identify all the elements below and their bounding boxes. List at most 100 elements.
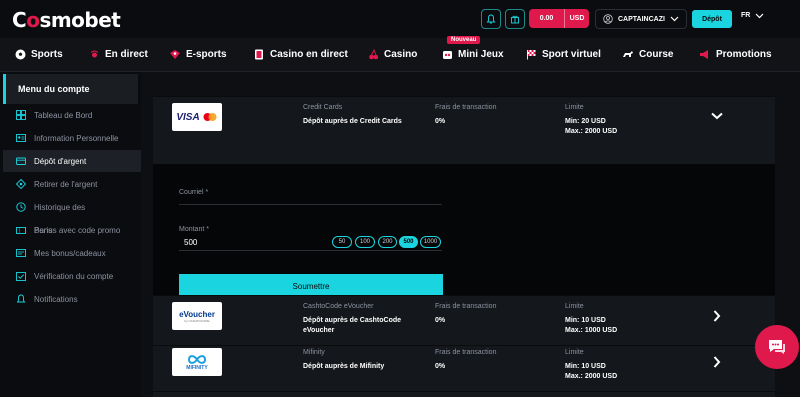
fee-label: Frais de transaction (435, 349, 497, 356)
nav-item-promotions[interactable]: Promotions (699, 49, 772, 60)
fee-label: Frais de transaction (435, 303, 497, 310)
balance-amount: 0.00 (539, 15, 554, 22)
gift-button[interactable] (505, 9, 525, 29)
fee-value: 0% (435, 118, 446, 125)
balance-currency: USD (564, 9, 589, 28)
payment-method-credit-cards[interactable]: VISA Credit Cards Dépôt auprès de Credit… (153, 96, 775, 318)
withdraw-icon (16, 179, 26, 189)
nav-item-esports[interactable]: E-sports (169, 49, 227, 60)
chevron-down-icon (755, 13, 764, 18)
sidebar-item-notifications[interactable]: Notifications (3, 288, 141, 310)
nav-item-live[interactable]: En direct (88, 49, 148, 60)
card-icon (253, 49, 265, 60)
promo-code-icon (16, 225, 26, 235)
limit-max: Max.: 1000 USD (565, 327, 618, 334)
wallet-icon (16, 156, 26, 166)
cherry-icon (367, 49, 379, 60)
main-nav: Nouveau Sports En direct E-sports Casino… (0, 36, 800, 72)
method-description: Dépôt auprès de Mifinity (303, 363, 385, 370)
bell-icon (16, 294, 26, 304)
amount-chip-100[interactable]: 100 (355, 236, 375, 248)
racing-flag-icon (525, 49, 537, 60)
language-selector[interactable]: FR (741, 12, 764, 19)
cosmobet-logo[interactable]: Cosmobet (12, 8, 121, 32)
payment-method-cashtocode[interactable]: eVoucher by CASHTOCODE CashtoCode eVouch… (153, 295, 775, 345)
deposit-methods-panel: VISA Credit Cards Dépôt auprès de Credit… (141, 72, 800, 397)
payment-method-mifinity[interactable]: MIFINITY Mifinity Dépôt auprès de Mifini… (153, 345, 775, 391)
gift-icon (16, 248, 26, 258)
live-icon (88, 49, 100, 60)
nav-item-mini-games[interactable]: Mini Jeux (441, 49, 504, 60)
overlapping-history-label: Paris (34, 225, 53, 235)
bell-icon (486, 14, 496, 24)
nav-item-live-casino[interactable]: Casino en direct (253, 49, 348, 60)
chevron-right-icon[interactable] (713, 310, 721, 322)
sidebar-item-deposit[interactable]: Dépôt d'argent (3, 150, 141, 172)
amount-label: Montant * (179, 226, 209, 233)
fee-value: 0% (435, 317, 446, 324)
email-field-underline (179, 204, 442, 205)
sidebar-item-bonuses[interactable]: Mes bonus/cadeaux (3, 242, 141, 264)
user-menu[interactable]: CAPTAINCAZI (595, 9, 687, 29)
gift-icon (511, 15, 519, 24)
evoucher-logo: eVoucher by CASHTOCODE (172, 302, 222, 330)
chevron-right-icon[interactable] (713, 356, 721, 368)
sidebar-item-verification[interactable]: Vérification du compte (3, 265, 141, 287)
balance-display[interactable]: 0.00 USD (529, 9, 589, 28)
mastercard-icon (203, 113, 217, 121)
limit-label: Limite (565, 349, 584, 356)
horse-icon (622, 49, 634, 60)
sidebar-item-dashboard[interactable]: Tableau de Bord (3, 104, 141, 126)
amount-chip-200[interactable]: 200 (378, 236, 397, 248)
mifinity-logo: MIFINITY (172, 348, 222, 376)
method-name: CashtoCode eVoucher (303, 303, 374, 310)
amount-field[interactable]: 500 (184, 238, 197, 247)
nav-item-virtual-sports[interactable]: Sport virtuel (525, 49, 601, 60)
limit-max: Max.: 2000 USD (565, 373, 618, 380)
method-name: Mifinity (303, 349, 325, 356)
amount-chip-50[interactable]: 50 (332, 236, 352, 248)
history-icon (16, 202, 26, 212)
gamepad-icon (169, 49, 181, 60)
username: CAPTAINCAZI (618, 15, 665, 23)
chevron-down-icon[interactable] (711, 112, 723, 120)
nav-item-casino[interactable]: Casino (367, 49, 417, 60)
live-chat-button[interactable] (755, 325, 799, 369)
method-name: Credit Cards (303, 104, 343, 111)
chevron-down-icon (670, 16, 679, 22)
sidebar-item-personal-info[interactable]: Information Personnelle (3, 127, 141, 149)
amount-chip-500[interactable]: 500 (399, 236, 418, 248)
payment-method-partial[interactable] (153, 391, 775, 397)
new-badge: Nouveau (447, 36, 481, 44)
nav-item-sports[interactable]: Sports (14, 49, 63, 60)
fee-label: Frais de transaction (435, 104, 497, 111)
mini-games-icon (441, 49, 453, 60)
limit-label: Limite (565, 303, 584, 310)
email-field[interactable] (179, 194, 442, 202)
sidebar-item-withdraw[interactable]: Retirer de l'argent (3, 173, 141, 195)
account-sidebar: Menu du compte Tableau de Bord Informati… (0, 72, 141, 397)
chat-icon (769, 340, 785, 354)
dashboard-icon (16, 110, 26, 120)
amount-field-underline (179, 250, 442, 251)
verify-icon (16, 271, 26, 281)
amount-chip-1000[interactable]: 1000 (420, 236, 441, 248)
limit-min: Min: 20 USD (565, 118, 606, 125)
sidebar-item-promo-code[interactable]: Bonus avec code promo Paris (3, 219, 141, 241)
fee-value: 0% (435, 363, 446, 370)
limit-min: Min: 10 USD (565, 363, 606, 370)
infinity-icon (187, 354, 207, 364)
visa-mastercard-logo: VISA (172, 103, 222, 131)
language-label: FR (741, 12, 751, 19)
method-description: Dépôt auprès de CashtoCode eVoucher (303, 317, 402, 334)
nav-item-racing[interactable]: Course (622, 49, 673, 60)
deposit-button[interactable]: Dépôt (692, 10, 732, 28)
soccer-ball-icon (14, 49, 26, 60)
sidebar-item-history[interactable]: Historique des (3, 196, 141, 218)
id-card-icon (16, 133, 26, 143)
megaphone-icon (699, 49, 711, 60)
limit-min: Min: 10 USD (565, 317, 606, 324)
notification-bell-button[interactable] (481, 9, 501, 29)
sidebar-title: Menu du compte (3, 74, 138, 104)
user-icon (603, 14, 613, 24)
